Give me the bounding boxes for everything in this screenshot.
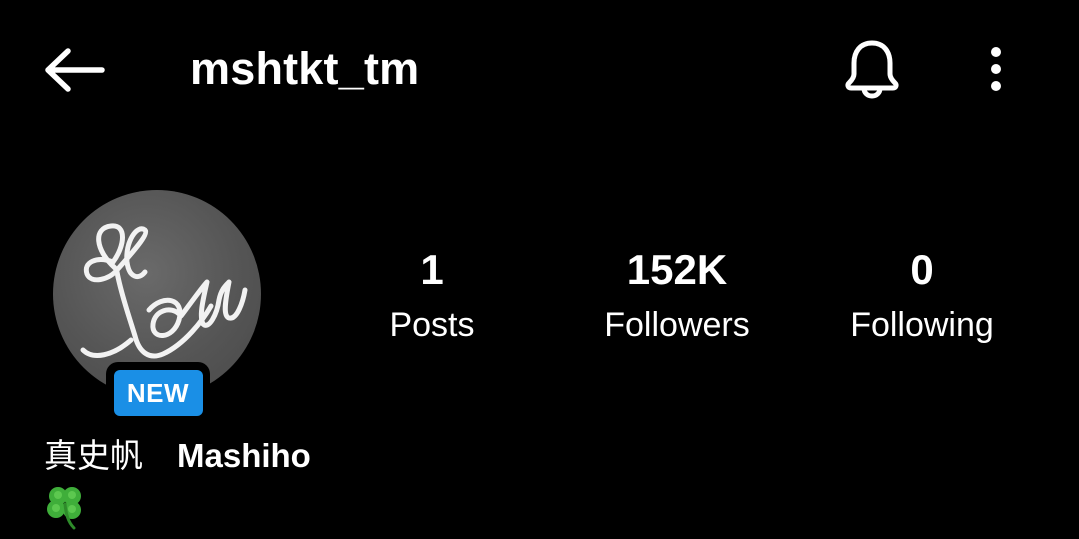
notifications-button[interactable] [836,34,908,104]
display-name-english: Mashiho [177,437,311,474]
new-story-badge: NEW [106,362,210,424]
arrow-left-icon [45,48,105,92]
vertical-dots-icon [991,47,1001,91]
posts-label: Posts [389,306,475,344]
followers-count: 152K [626,246,728,293]
four-leaf-clover-icon [47,487,81,530]
stat-following[interactable]: 0 Following [812,246,1032,348]
new-badge-label: NEW [113,370,203,416]
display-name-japanese: 真史帆 [44,437,143,474]
profile-bio [44,484,86,530]
stat-followers[interactable]: 152K Followers [567,246,787,348]
posts-count: 1 [420,246,444,293]
following-count: 0 [910,246,934,293]
profile-display-name: 真史帆 Mashiho [44,432,311,480]
stat-posts[interactable]: 1 Posts [322,246,542,348]
profile-screen: mshtkt_tm NEW 1 Posts 152K Followers 0 F… [0,0,1079,539]
more-options-button[interactable] [968,34,1024,104]
followers-label: Followers [604,306,750,344]
bell-icon [845,40,899,99]
following-label: Following [850,306,994,344]
profile-username: mshtkt_tm [190,43,420,94]
back-button[interactable] [38,40,110,100]
